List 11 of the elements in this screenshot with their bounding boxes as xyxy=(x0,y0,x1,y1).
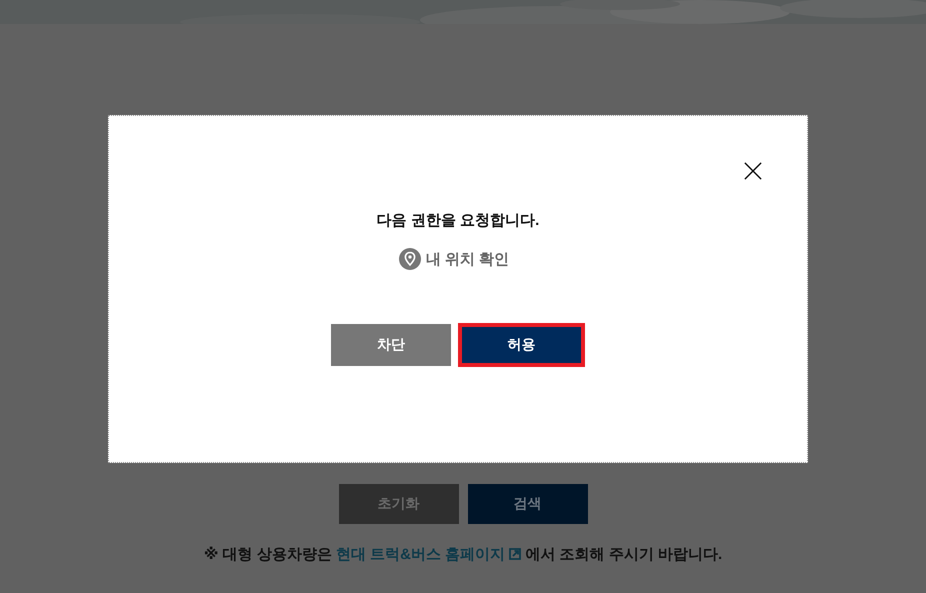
dialog-message: 다음 권한을 요청합니다. xyxy=(376,211,540,230)
external-link-icon xyxy=(509,548,522,560)
allow-button[interactable]: 허용 xyxy=(458,323,585,367)
homepage-link[interactable]: 현대 트럭&버스 홈페이지 xyxy=(336,546,506,563)
block-button[interactable]: 차단 xyxy=(331,324,451,366)
search-button[interactable]: 검색 xyxy=(468,484,588,524)
reset-button[interactable]: 초기화 xyxy=(338,484,458,524)
close-icon[interactable] xyxy=(744,162,762,180)
permission-label: 내 위치 확인 xyxy=(426,250,510,268)
notice-text: ※ 대형 상용차량은 현대 트럭&버스 홈페이지 에서 조회해 주시기 바랍니다. xyxy=(204,545,722,564)
location-pin-icon xyxy=(398,248,421,270)
